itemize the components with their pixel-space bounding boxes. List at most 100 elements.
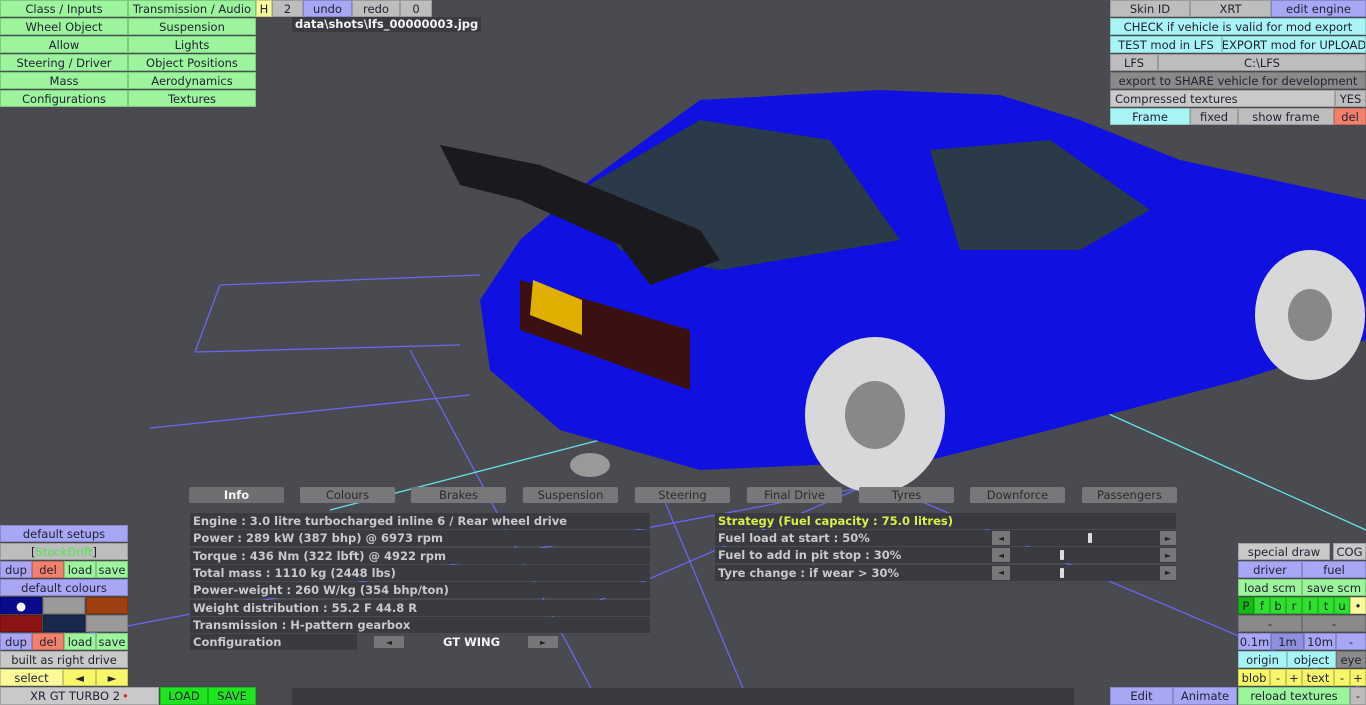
- animate-mode-button[interactable]: Animate: [1173, 687, 1237, 705]
- flag-button-dot[interactable]: •: [1350, 597, 1366, 614]
- slider-thumb[interactable]: [1060, 567, 1064, 578]
- menu-item-wheel-object[interactable]: Wheel Object: [0, 18, 128, 35]
- colour-dup-button[interactable]: dup: [0, 633, 32, 650]
- tab-downforce[interactable]: Downforce: [970, 487, 1065, 503]
- colour-swatch[interactable]: [43, 615, 85, 632]
- reload-minus-button[interactable]: -: [1350, 687, 1366, 705]
- step-01m-button[interactable]: 0.1m: [1238, 633, 1271, 650]
- flag-button-l[interactable]: l: [1302, 597, 1318, 614]
- colour-swatch[interactable]: ●: [0, 597, 42, 614]
- fuel-slider[interactable]: [1012, 548, 1158, 563]
- check-valid-button[interactable]: CHECK if vehicle is valid for mod export: [1110, 18, 1366, 35]
- menu-item-steering-driver[interactable]: Steering / Driver: [0, 54, 128, 71]
- lfs-path-field[interactable]: C:\LFS: [1158, 54, 1366, 71]
- setup-save-button[interactable]: save: [96, 561, 128, 578]
- undo-button[interactable]: undo: [303, 0, 352, 17]
- flag-button-u[interactable]: u: [1334, 597, 1350, 614]
- fuel-slider[interactable]: [1012, 565, 1158, 580]
- eye-button[interactable]: eye: [1336, 651, 1366, 668]
- flag-button-t[interactable]: t: [1318, 597, 1334, 614]
- lfs-button[interactable]: LFS: [1110, 54, 1158, 71]
- tab-final-drive[interactable]: Final Drive: [747, 487, 842, 503]
- edit-mode-button[interactable]: Edit: [1110, 687, 1173, 705]
- redo-button[interactable]: redo: [352, 0, 400, 17]
- default-setups-button[interactable]: default setups: [0, 525, 128, 542]
- step-minus-button[interactable]: -: [1336, 633, 1366, 650]
- slider-increase-button[interactable]: ►: [1160, 548, 1176, 563]
- special-draw-button[interactable]: special draw: [1238, 543, 1330, 560]
- number-button[interactable]: 2: [272, 0, 303, 17]
- flag-button-P[interactable]: P: [1238, 597, 1254, 614]
- colour-load-button[interactable]: load: [64, 633, 96, 650]
- driver-button[interactable]: driver: [1238, 561, 1302, 578]
- tab-info[interactable]: Info: [189, 487, 284, 503]
- tab-tyres[interactable]: Tyres: [859, 487, 954, 503]
- skin-id-button[interactable]: Skin ID: [1110, 0, 1190, 17]
- menu-item-transmission-audio[interactable]: Transmission / Audio: [128, 0, 256, 17]
- car-name-field[interactable]: XR GT TURBO 2 •: [0, 687, 159, 705]
- flag-button-f[interactable]: f: [1254, 597, 1270, 614]
- fuel-slider[interactable]: [1012, 531, 1158, 545]
- fuel-button[interactable]: fuel: [1302, 561, 1366, 578]
- fixed-button[interactable]: fixed: [1190, 108, 1238, 125]
- origin-button[interactable]: origin: [1238, 651, 1287, 668]
- frame-button[interactable]: Frame: [1110, 108, 1190, 125]
- slider-decrease-button[interactable]: ◄: [992, 548, 1010, 563]
- step-10m-button[interactable]: 10m: [1304, 633, 1336, 650]
- export-mod-button[interactable]: EXPORT mod for UPLOAD: [1222, 36, 1366, 53]
- blob-minus-button[interactable]: -: [1270, 669, 1286, 686]
- config-next-button[interactable]: ►: [528, 636, 558, 648]
- menu-item-suspension[interactable]: Suspension: [128, 18, 256, 35]
- dash-button-left[interactable]: -: [1238, 615, 1302, 632]
- slider-increase-button[interactable]: ►: [1160, 565, 1176, 580]
- show-frame-button[interactable]: show frame: [1238, 108, 1334, 125]
- colour-del-button[interactable]: del: [32, 633, 64, 650]
- tab-suspension[interactable]: Suspension: [523, 487, 618, 503]
- setup-name-field[interactable]: [StockDrift]: [0, 543, 128, 560]
- slider-thumb[interactable]: [1060, 550, 1064, 561]
- setup-load-button[interactable]: load: [64, 561, 96, 578]
- menu-item-aerodynamics[interactable]: Aerodynamics: [128, 72, 256, 89]
- tab-brakes[interactable]: Brakes: [411, 487, 506, 503]
- flag-button-b[interactable]: b: [1270, 597, 1286, 614]
- menu-item-allow[interactable]: Allow: [0, 36, 128, 53]
- load-scm-button[interactable]: load scm: [1238, 579, 1302, 596]
- menu-item-object-positions[interactable]: Object Positions: [128, 54, 256, 71]
- save-car-button[interactable]: SAVE: [208, 687, 256, 705]
- slider-decrease-button[interactable]: ◄: [992, 565, 1010, 580]
- menu-item-mass[interactable]: Mass: [0, 72, 128, 89]
- del-frame-button[interactable]: del: [1334, 108, 1366, 125]
- select-button[interactable]: select: [0, 669, 63, 686]
- prev-arrow-button[interactable]: ◄: [63, 669, 96, 686]
- reload-textures-button[interactable]: reload textures: [1238, 687, 1350, 705]
- right-drive-toggle[interactable]: built as right drive: [0, 651, 128, 668]
- flag-button-r[interactable]: r: [1286, 597, 1302, 614]
- tab-colours[interactable]: Colours: [300, 487, 395, 503]
- text-button[interactable]: text: [1302, 669, 1334, 686]
- slider-decrease-button[interactable]: ◄: [992, 531, 1010, 545]
- h-button[interactable]: H: [256, 0, 272, 17]
- tab-passengers[interactable]: Passengers: [1082, 487, 1177, 503]
- test-mod-button[interactable]: TEST mod in LFS: [1110, 36, 1222, 53]
- default-colours-button[interactable]: default colours: [0, 579, 128, 596]
- object-button[interactable]: object: [1287, 651, 1336, 668]
- slider-thumb[interactable]: [1088, 533, 1092, 543]
- setup-dup-button[interactable]: dup: [0, 561, 32, 578]
- config-prev-button[interactable]: ◄: [374, 636, 404, 648]
- xrt-button[interactable]: XRT: [1190, 0, 1271, 17]
- text-minus-button[interactable]: -: [1334, 669, 1350, 686]
- dash-button-right[interactable]: -: [1302, 615, 1366, 632]
- load-car-button[interactable]: LOAD: [160, 687, 208, 705]
- save-scm-button[interactable]: save scm: [1302, 579, 1366, 596]
- menu-item-lights[interactable]: Lights: [128, 36, 256, 53]
- colour-save-button[interactable]: save: [96, 633, 128, 650]
- colour-swatch[interactable]: [86, 615, 128, 632]
- colour-swatch[interactable]: [0, 615, 42, 632]
- export-share-button[interactable]: export to SHARE vehicle for development: [1110, 72, 1366, 89]
- tab-steering[interactable]: Steering: [635, 487, 730, 503]
- edit-engine-button[interactable]: edit engine: [1271, 0, 1366, 17]
- blob-plus-button[interactable]: +: [1286, 669, 1302, 686]
- colour-swatch[interactable]: [43, 597, 85, 614]
- step-1m-button[interactable]: 1m: [1271, 633, 1304, 650]
- compressed-yes-toggle[interactable]: YES: [1335, 90, 1366, 107]
